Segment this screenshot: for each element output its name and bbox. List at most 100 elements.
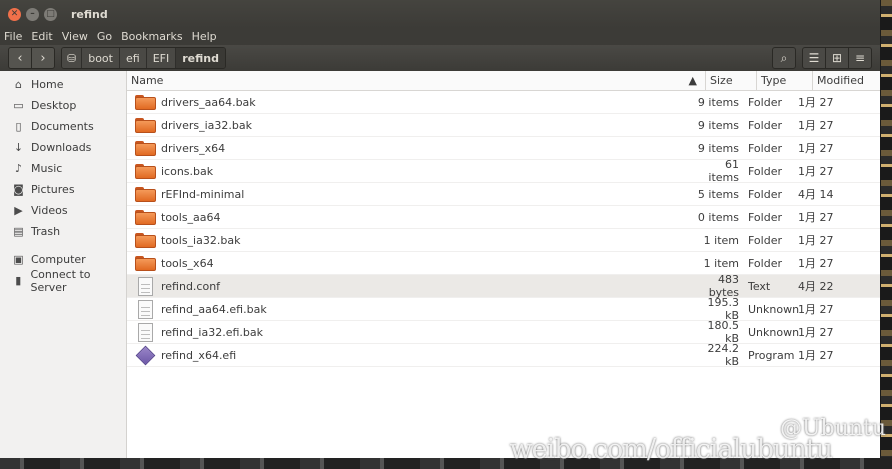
sidebar-item-music[interactable]: ♪ Music bbox=[0, 158, 126, 179]
folder-icon bbox=[135, 94, 156, 110]
text-file-icon bbox=[138, 276, 153, 296]
file-name: drivers_aa64.bak bbox=[161, 95, 256, 109]
file-modified: 1月 27 bbox=[798, 119, 834, 132]
hamburger-icon: ≡ bbox=[854, 51, 866, 65]
table-row[interactable]: drivers_ia32.bak 9 items Folder 1月 27 bbox=[127, 114, 880, 137]
file-type: Folder bbox=[748, 210, 782, 224]
maximize-button[interactable]: □ bbox=[44, 7, 57, 21]
breadcrumb-refind[interactable]: refind bbox=[176, 48, 225, 68]
file-modified: 4月 22 bbox=[798, 280, 834, 293]
menu-button[interactable]: ≡ bbox=[849, 47, 872, 69]
table-row[interactable]: icons.bak 61 items Folder 1月 27 bbox=[127, 158, 880, 184]
sidebar-item-home[interactable]: ⌂ Home bbox=[0, 74, 126, 95]
forward-button[interactable]: › bbox=[32, 47, 55, 69]
menu-file[interactable]: File bbox=[4, 30, 22, 43]
table-row[interactable]: tools_ia32.bak 1 item Folder 1月 27 bbox=[127, 229, 880, 252]
column-size[interactable]: Size bbox=[706, 71, 757, 90]
back-button[interactable]: ‹ bbox=[8, 47, 32, 69]
server-icon: ▮ bbox=[15, 274, 22, 287]
table-row[interactable]: drivers_x64 9 items Folder 1月 27 bbox=[127, 137, 880, 160]
file-name-cell: tools_ia32.bak bbox=[127, 232, 693, 248]
file-size: 61 items bbox=[708, 158, 739, 184]
sidebar-item-connect-to-server[interactable]: ▮ Connect to Server bbox=[0, 268, 126, 294]
table-row[interactable]: refind_ia32.efi.bak 180.5 kB Unknown 1月 27 bbox=[127, 319, 880, 345]
file-name-cell: tools_aa64 bbox=[127, 209, 693, 225]
table-row[interactable]: refind_aa64.efi.bak 195.3 kB Unknown 1月 27 bbox=[127, 296, 880, 322]
desktop-edge-right bbox=[880, 0, 892, 469]
sidebar-item-label: Downloads bbox=[31, 141, 92, 154]
menu-go[interactable]: Go bbox=[97, 30, 112, 43]
sidebar-item-documents[interactable]: ▯ Documents bbox=[0, 116, 126, 137]
table-row[interactable]: tools_aa64 0 items Folder 1月 27 bbox=[127, 206, 880, 229]
table-row[interactable]: refind_x64.efi 224.2 kB Program 1月 27 bbox=[127, 342, 880, 368]
folder-icon bbox=[135, 232, 156, 248]
file-type: Folder bbox=[748, 233, 782, 247]
file-type: Folder bbox=[748, 95, 782, 109]
file-type: Folder bbox=[748, 118, 782, 132]
file-name: drivers_x64 bbox=[161, 141, 226, 155]
file-modified: 1月 27 bbox=[798, 257, 834, 270]
file-name: refind_ia32.efi.bak bbox=[161, 325, 264, 339]
file-manager-window: ✕ – □ refind File Edit View Go Bookmarks… bbox=[0, 0, 881, 458]
videos-icon: ▶ bbox=[14, 204, 23, 217]
file-name: drivers_ia32.bak bbox=[161, 118, 252, 132]
drive-icon: ⛁ bbox=[67, 51, 77, 65]
breadcrumb-root[interactable]: ⛁ bbox=[62, 48, 83, 68]
file-type: Folder bbox=[748, 141, 782, 155]
minimize-button[interactable]: – bbox=[26, 7, 39, 21]
sidebar-item-downloads[interactable]: ↓ Downloads bbox=[0, 137, 126, 158]
trash-icon: ▤ bbox=[13, 225, 24, 238]
grid-icon: ⊞ bbox=[831, 51, 843, 65]
sidebar-item-trash[interactable]: ▤ Trash bbox=[0, 221, 126, 242]
watermark-url: weibo.com/officialubuntu bbox=[509, 434, 833, 465]
music-icon: ♪ bbox=[14, 162, 23, 175]
sidebar-item-desktop[interactable]: ▭ Desktop bbox=[0, 95, 126, 116]
file-type: Unknown bbox=[748, 302, 800, 316]
file-name-cell: tools_x64 bbox=[127, 255, 693, 271]
table-row[interactable]: rEFInd-minimal 5 items Folder 4月 14 bbox=[127, 183, 880, 206]
table-row[interactable]: refind.conf 483 bytes Text 4月 22 bbox=[127, 273, 880, 299]
column-type[interactable]: Type bbox=[757, 71, 813, 90]
file-size: 0 items bbox=[697, 210, 739, 224]
sidebar-item-label: Trash bbox=[31, 225, 61, 238]
breadcrumb-EFI[interactable]: EFI bbox=[146, 48, 177, 68]
breadcrumb-boot[interactable]: boot bbox=[82, 48, 120, 68]
sidebar-item-videos[interactable]: ▶ Videos bbox=[0, 200, 126, 221]
breadcrumb-efi[interactable]: efi bbox=[119, 48, 147, 68]
folder-icon bbox=[135, 117, 156, 133]
grid-view-button[interactable]: ⊞ bbox=[826, 47, 849, 69]
pictures-icon: ◙ bbox=[13, 183, 24, 196]
sidebar-separator bbox=[0, 242, 126, 249]
menu-view[interactable]: View bbox=[62, 30, 88, 43]
file-type: Program bbox=[748, 348, 795, 362]
file-name: tools_x64 bbox=[161, 256, 214, 270]
sort-ascending-icon: ▲ bbox=[688, 74, 697, 87]
text-file-icon bbox=[138, 299, 153, 319]
menu-edit[interactable]: Edit bbox=[31, 30, 52, 43]
table-row[interactable]: drivers_aa64.bak 9 items Folder 1月 27 bbox=[127, 91, 880, 114]
column-name[interactable]: Name ▲ bbox=[127, 71, 706, 90]
close-button[interactable]: ✕ bbox=[8, 7, 21, 21]
file-size: 9 items bbox=[697, 118, 739, 132]
file-modified: 4月 14 bbox=[798, 188, 834, 201]
text-file-icon bbox=[138, 322, 153, 342]
file-name: tools_aa64 bbox=[161, 210, 221, 224]
menu-help[interactable]: Help bbox=[192, 30, 217, 43]
table-row[interactable]: tools_x64 1 item Folder 1月 27 bbox=[127, 252, 880, 275]
file-list: Name ▲ Size Type Modified drivers_aa64.ba… bbox=[127, 71, 880, 458]
sidebar-item-pictures[interactable]: ◙ Pictures bbox=[0, 179, 126, 200]
column-modified[interactable]: Modified bbox=[813, 71, 880, 90]
file-modified: 1月 27 bbox=[798, 234, 834, 247]
file-name: refind.conf bbox=[161, 279, 221, 293]
search-button[interactable]: ⌕ bbox=[772, 47, 796, 69]
column-header: Name ▲ Size Type Modified bbox=[127, 71, 880, 91]
file-size: 5 items bbox=[697, 187, 739, 201]
chevron-right-icon: › bbox=[40, 50, 46, 66]
file-name: refind_x64.efi bbox=[161, 348, 237, 362]
breadcrumb: ⛁ boot efi EFI refind bbox=[61, 47, 226, 69]
menu-bookmarks[interactable]: Bookmarks bbox=[121, 30, 182, 43]
search-icon: ⌕ bbox=[780, 50, 788, 65]
file-name: icons.bak bbox=[161, 164, 214, 178]
list-view-button[interactable]: ☰ bbox=[802, 47, 826, 69]
folder-icon bbox=[135, 186, 156, 202]
